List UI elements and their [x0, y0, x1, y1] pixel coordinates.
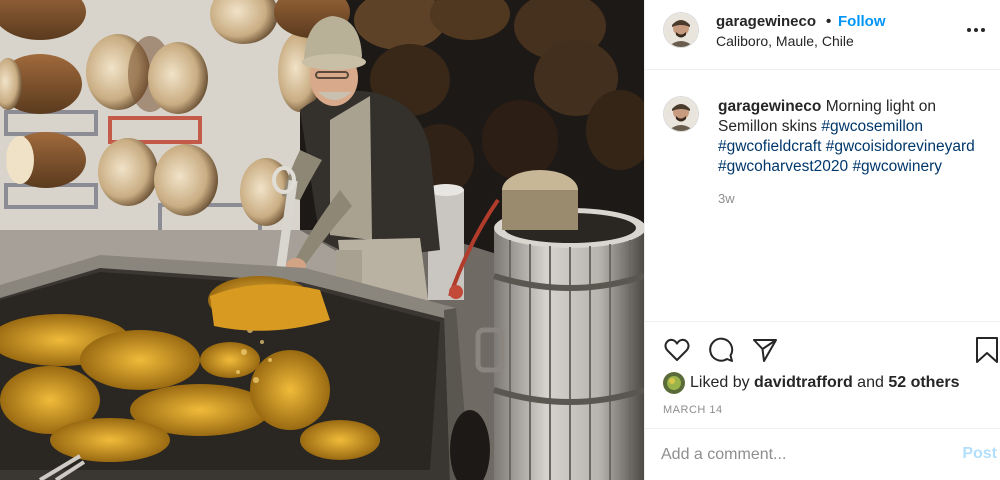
likes-summary: Liked by davidtrafford and 52 others	[663, 372, 959, 394]
header-username[interactable]: garagewineco	[716, 13, 816, 30]
comment-input[interactable]	[661, 443, 941, 467]
post-photo[interactable]	[0, 0, 644, 480]
post-date[interactable]: MARCH 14	[663, 404, 723, 416]
likes-joiner: and	[857, 374, 884, 391]
likes-text: Liked by davidtrafford and 52 others	[690, 374, 959, 392]
caption-username[interactable]: garagewineco	[718, 98, 821, 115]
comment-icon[interactable]	[707, 336, 735, 364]
avatar-image	[664, 13, 698, 47]
post-header: garagewineco • Follow Caliboro, Maule, C…	[645, 0, 1000, 70]
follow-button[interactable]: Follow	[838, 13, 886, 30]
avatar-image	[664, 97, 698, 131]
liker-username[interactable]: davidtrafford	[754, 374, 853, 391]
share-icon[interactable]	[751, 336, 779, 364]
avatar[interactable]	[663, 12, 699, 48]
hashtag-link[interactable]: #gwcoisidorevineyard	[826, 138, 975, 155]
header-separator: •	[826, 13, 832, 30]
hashtag-link[interactable]: #gwcosemillon	[821, 118, 923, 135]
caption-timestamp[interactable]: 3w	[718, 191, 735, 206]
action-bar: Liked by davidtrafford and 52 others MAR…	[645, 322, 1000, 428]
winery-scene	[0, 0, 644, 480]
caption-section: garagewineco Morning light on Semillon s…	[645, 70, 1000, 322]
caption-text: garagewineco Morning light on Semillon s…	[718, 97, 994, 177]
caption-avatar[interactable]	[663, 96, 699, 132]
avatar-image	[663, 372, 685, 394]
location-link[interactable]: Caliboro, Maule, Chile	[716, 33, 854, 49]
liker-avatar[interactable]	[663, 372, 685, 394]
comment-form: Post	[645, 428, 1000, 480]
hashtag-link[interactable]: #gwcoharvest2020	[718, 158, 848, 175]
hashtag-link[interactable]: #gwcofieldcraft	[718, 138, 821, 155]
post-side-panel: garagewineco • Follow Caliboro, Maule, C…	[644, 0, 1000, 480]
heart-icon[interactable]	[663, 336, 691, 364]
hashtag-link[interactable]: #gwcowinery	[852, 158, 942, 175]
likes-others-link[interactable]: 52 others	[888, 374, 959, 391]
likes-prefix: Liked by	[690, 374, 750, 391]
bookmark-icon[interactable]	[973, 336, 1000, 364]
more-options-icon[interactable]	[965, 20, 987, 40]
post-comment-button[interactable]: Post	[962, 445, 997, 463]
